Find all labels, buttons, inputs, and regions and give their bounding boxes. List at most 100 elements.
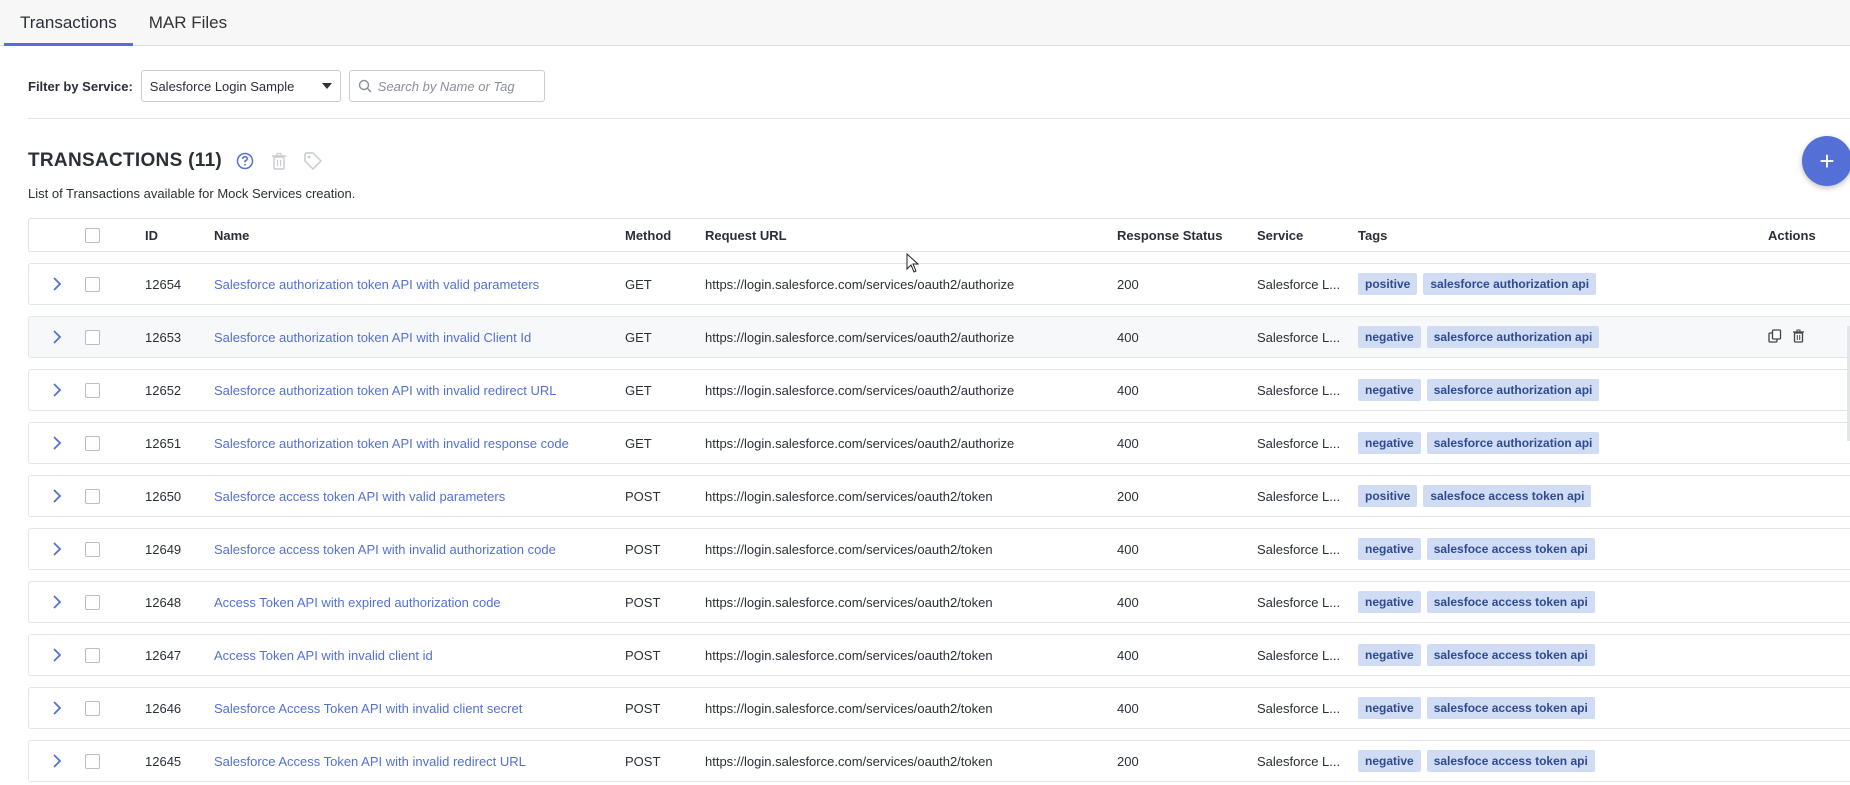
table-row[interactable]: 12650 Salesforce access token API with v… [28, 475, 1850, 517]
table-row[interactable]: 12653 Salesforce authorization token API… [28, 316, 1850, 358]
row-status: 400 [1117, 382, 1139, 398]
trash-icon[interactable] [1792, 329, 1805, 346]
caret-down-icon [321, 83, 332, 89]
table-row[interactable]: 12651 Salesforce authorization token API… [28, 422, 1850, 464]
tag-badge[interactable]: salesforce authorization api [1423, 273, 1597, 295]
transaction-name-link[interactable]: Salesforce authorization token API with … [214, 436, 569, 451]
help-circle-icon[interactable] [234, 150, 256, 172]
tag-badge[interactable]: negative [1358, 591, 1421, 613]
tag-badge[interactable]: negative [1358, 379, 1421, 401]
chevron-right-icon [53, 489, 62, 503]
tag-badge[interactable]: negative [1358, 697, 1421, 719]
tag-badge[interactable]: positive [1358, 273, 1418, 295]
row-name-link: Salesforce Access Token API with invalid… [214, 754, 625, 769]
row-name-link: Salesforce authorization token API with … [214, 330, 625, 345]
tag-badge[interactable]: salesforce authorization api [1426, 326, 1600, 348]
tag-badge[interactable]: negative [1358, 644, 1421, 666]
row-service: Salesforce L... [1257, 700, 1341, 716]
tab-mar-files[interactable]: MAR Files [133, 13, 243, 46]
table-row[interactable]: 12645 Salesforce Access Token API with i… [28, 740, 1850, 782]
transaction-name-link[interactable]: Salesforce Access Token API with invalid… [214, 701, 522, 716]
row-checkbox[interactable] [85, 647, 100, 663]
expand-row-button[interactable] [29, 330, 85, 344]
tag-badge[interactable]: salesfoce access token api [1426, 697, 1595, 719]
service-select[interactable]: Salesforce Login Sample [140, 70, 341, 102]
expand-row-button[interactable] [29, 277, 85, 291]
tag-badge[interactable]: salesforce authorization api [1426, 432, 1600, 454]
row-checkbox[interactable] [85, 753, 100, 769]
table-row[interactable]: 12648 Access Token API with expired auth… [28, 581, 1850, 623]
column-header-status[interactable]: Response Status [1117, 228, 1257, 243]
transaction-name-link[interactable]: Salesforce authorization token API with … [214, 330, 531, 345]
expand-row-button[interactable] [29, 701, 85, 715]
row-checkbox[interactable] [85, 435, 100, 451]
expand-row-button[interactable] [29, 754, 85, 768]
table-row[interactable]: 12647 Access Token API with invalid clie… [28, 634, 1850, 676]
trash-icon[interactable] [268, 150, 290, 172]
row-checkbox-cell [85, 647, 145, 663]
expand-row-button[interactable] [29, 436, 85, 450]
section-header: TRANSACTIONS (11) [28, 150, 324, 172]
table-row[interactable]: 12646 Salesforce Access Token API with i… [28, 687, 1850, 729]
row-checkbox[interactable] [85, 329, 100, 345]
search-input[interactable] [377, 78, 528, 94]
search-icon [358, 79, 372, 93]
expand-row-button[interactable] [29, 383, 85, 397]
tag-badge[interactable]: negative [1358, 750, 1421, 772]
row-checkbox[interactable] [85, 488, 100, 504]
column-header-id[interactable]: ID [145, 228, 214, 243]
table-body: 12654 Salesforce authorization token API… [28, 263, 1850, 782]
table-row[interactable]: 12649 Salesforce access token API with i… [28, 528, 1850, 570]
row-status: 200 [1117, 276, 1139, 292]
select-all-checkbox[interactable] [85, 227, 100, 243]
tag-badge[interactable]: negative [1358, 326, 1421, 348]
tag-badge[interactable]: salesforce authorization api [1426, 379, 1600, 401]
transaction-name-link[interactable]: Salesforce authorization token API with … [214, 277, 539, 292]
transaction-name-link[interactable]: Access Token API with invalid client id [214, 648, 433, 663]
row-tags: negative salesfoce access token api [1358, 538, 1768, 560]
row-checkbox[interactable] [85, 700, 100, 716]
column-header-service[interactable]: Service [1257, 228, 1358, 243]
tag-badge[interactable]: salesfoce access token api [1426, 591, 1595, 613]
table-row[interactable]: 12652 Salesforce authorization token API… [28, 369, 1850, 411]
table-row[interactable]: 12654 Salesforce authorization token API… [28, 263, 1850, 305]
row-checkbox-cell [85, 753, 145, 769]
transaction-name-link[interactable]: Access Token API with expired authorizat… [214, 595, 501, 610]
transaction-name-link[interactable]: Salesforce access token API with invalid… [214, 542, 556, 557]
tag-badge[interactable]: salesfoce access token api [1423, 485, 1592, 507]
row-checkbox[interactable] [85, 382, 100, 398]
row-checkbox-cell [85, 382, 145, 398]
tag-badge[interactable]: salesfoce access token api [1426, 750, 1595, 772]
row-id: 12654 [145, 276, 182, 292]
search-box[interactable] [348, 70, 545, 102]
add-transaction-button[interactable]: + [1802, 136, 1850, 186]
column-header-method[interactable]: Method [625, 228, 705, 243]
expand-row-button[interactable] [29, 648, 85, 662]
expand-row-button[interactable] [29, 489, 85, 503]
row-checkbox[interactable] [85, 276, 100, 292]
tab-transactions[interactable]: Transactions [4, 13, 133, 46]
tag-icon[interactable] [302, 150, 324, 172]
tag-badge[interactable]: salesfoce access token api [1426, 644, 1595, 666]
transaction-name-link[interactable]: Salesforce access token API with valid p… [214, 489, 505, 504]
row-checkbox[interactable] [85, 594, 100, 610]
row-checkbox[interactable] [85, 541, 100, 557]
tag-badge[interactable]: negative [1358, 432, 1421, 454]
transactions-table: ID Name Method Request URL Response Stat… [28, 218, 1850, 782]
tag-badge[interactable]: salesfoce access token api [1426, 538, 1595, 560]
transaction-name-link[interactable]: Salesforce authorization token API with … [214, 383, 557, 398]
tag-badge[interactable]: positive [1358, 485, 1418, 507]
transaction-name-link[interactable]: Salesforce Access Token API with invalid… [214, 754, 526, 769]
column-header-url[interactable]: Request URL [705, 228, 1117, 243]
copy-icon[interactable] [1768, 328, 1782, 346]
row-checkbox-cell [85, 700, 145, 716]
column-header-name[interactable]: Name [214, 228, 625, 243]
table-header: ID Name Method Request URL Response Stat… [28, 218, 1850, 252]
row-method: GET [625, 276, 652, 292]
expand-row-button[interactable] [29, 542, 85, 556]
row-url: https://login.salesforce.com/services/oa… [705, 276, 1015, 292]
row-url: https://login.salesforce.com/services/oa… [705, 382, 1015, 398]
expand-row-button[interactable] [29, 595, 85, 609]
tag-badge[interactable]: negative [1358, 538, 1421, 560]
row-tags: negative salesfoce access token api [1358, 591, 1768, 613]
